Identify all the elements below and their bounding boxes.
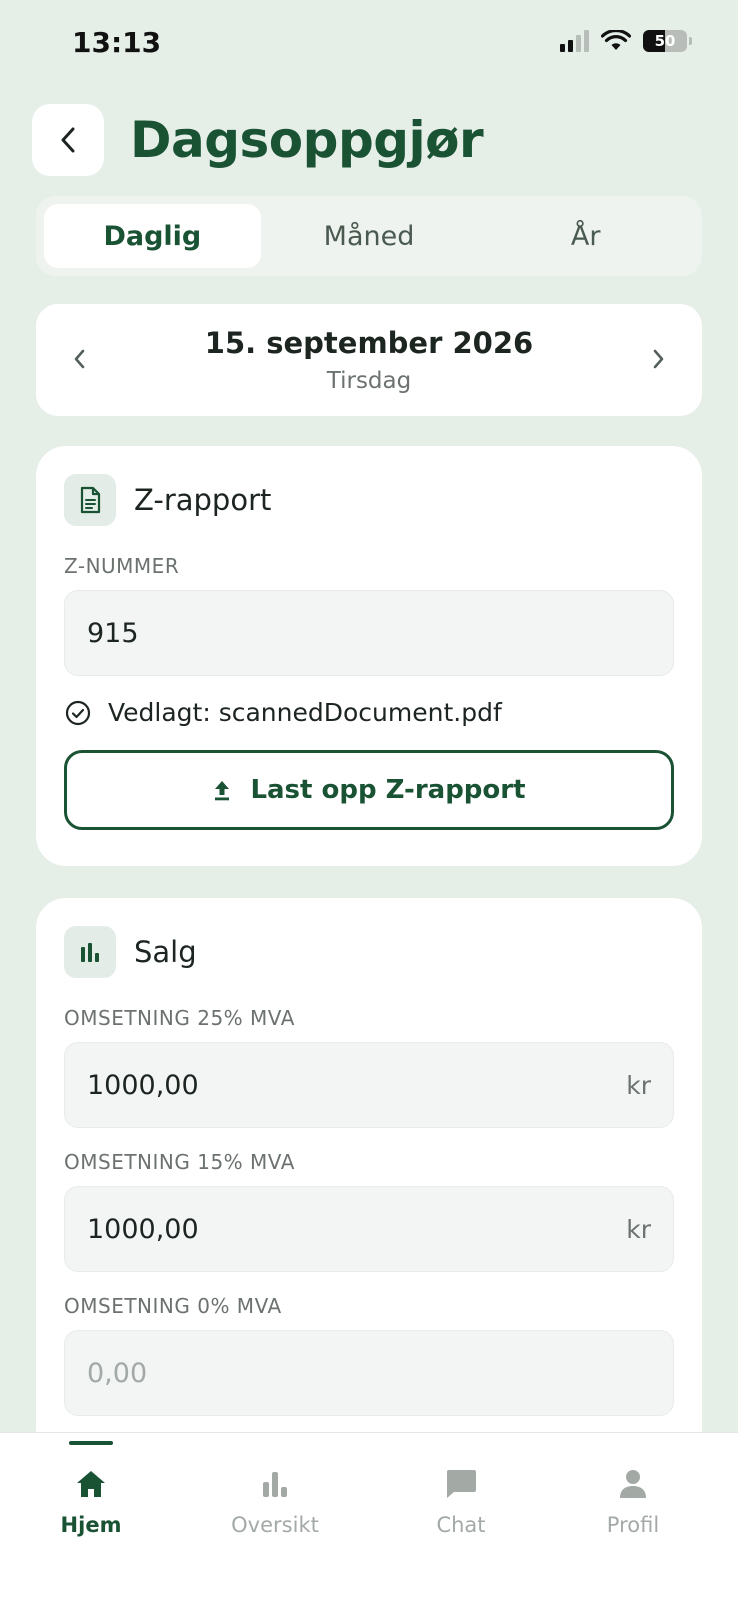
chevron-right-icon bbox=[653, 349, 664, 369]
upload-button-label: Last opp Z-rapport bbox=[250, 775, 526, 805]
z-number-label: Z-NUMMER bbox=[64, 554, 180, 578]
battery-percentage: 50 bbox=[654, 32, 676, 50]
status-bar: 13:13 50 bbox=[0, 0, 738, 84]
revenue-15-label: OMSETNING 15% MVA bbox=[64, 1150, 295, 1174]
sales-title: Salg bbox=[134, 935, 197, 969]
tab-home[interactable]: Hjem bbox=[26, 1433, 156, 1553]
date-selector: 15. september 2026 Tirsdag bbox=[36, 304, 702, 416]
sales-card: Salg OMSETNING 25% MVA 1000,00 kr OMSETN… bbox=[36, 898, 702, 1458]
home-icon bbox=[75, 1467, 107, 1501]
z-report-card: Z-rapport Z-NUMMER 915 Vedlagt: scannedD… bbox=[36, 446, 702, 866]
z-number-value: 915 bbox=[87, 617, 139, 649]
attached-file: Vedlagt: scannedDocument.pdf bbox=[64, 698, 502, 727]
tab-chat[interactable]: Chat bbox=[396, 1433, 526, 1553]
currency-unit: kr bbox=[626, 1214, 651, 1244]
attached-file-text: Vedlagt: scannedDocument.pdf bbox=[108, 698, 502, 727]
revenue-15-input[interactable]: 1000,00 kr bbox=[64, 1186, 674, 1272]
page-title: Dagsoppgjør bbox=[130, 111, 484, 169]
tab-overview[interactable]: Oversikt bbox=[210, 1433, 340, 1553]
z-report-header: Z-rapport bbox=[64, 474, 271, 526]
tab-monthly[interactable]: Måned bbox=[261, 204, 478, 268]
sales-header: Salg bbox=[64, 926, 197, 978]
upload-icon bbox=[215, 781, 230, 801]
cellular-signal-icon bbox=[560, 30, 589, 52]
person-icon bbox=[618, 1467, 648, 1501]
revenue-15-value: 1000,00 bbox=[87, 1213, 199, 1245]
active-tab-indicator bbox=[69, 1441, 113, 1445]
revenue-0-input[interactable]: 0,00 bbox=[64, 1330, 674, 1416]
revenue-0-placeholder: 0,00 bbox=[87, 1357, 148, 1389]
revenue-0-label: OMSETNING 0% MVA bbox=[64, 1294, 282, 1318]
status-icons: 50 bbox=[560, 30, 692, 52]
next-day-button[interactable] bbox=[644, 344, 674, 374]
selected-weekday: Tirsdag bbox=[326, 368, 412, 394]
upload-z-report-button[interactable]: Last opp Z-rapport bbox=[64, 750, 674, 830]
revenue-25-value: 1000,00 bbox=[87, 1069, 199, 1101]
tab-chat-label: Chat bbox=[436, 1513, 486, 1537]
battery-tip bbox=[689, 37, 692, 45]
battery-icon: 50 bbox=[643, 30, 687, 52]
tab-profile[interactable]: Profil bbox=[568, 1433, 698, 1553]
tab-home-label: Hjem bbox=[60, 1513, 122, 1537]
selected-date: 15. september 2026 bbox=[204, 326, 534, 360]
chevron-left-icon bbox=[61, 127, 75, 153]
tab-overview-label: Oversikt bbox=[231, 1513, 319, 1537]
z-number-input[interactable]: 915 bbox=[64, 590, 674, 676]
chat-icon bbox=[444, 1467, 478, 1501]
period-segmented-control: Daglig Måned År bbox=[36, 196, 702, 276]
tab-profile-label: Profil bbox=[606, 1513, 660, 1537]
tab-yearly[interactable]: År bbox=[477, 204, 694, 268]
header: Dagsoppgjør bbox=[32, 104, 484, 176]
z-report-title: Z-rapport bbox=[134, 483, 272, 517]
bar-chart-icon bbox=[64, 926, 116, 978]
back-button[interactable] bbox=[32, 104, 104, 176]
bar-chart-icon bbox=[260, 1467, 290, 1501]
revenue-25-input[interactable]: 1000,00 kr bbox=[64, 1042, 674, 1128]
document-icon bbox=[64, 474, 116, 526]
revenue-25-label: OMSETNING 25% MVA bbox=[64, 1006, 295, 1030]
bottom-tab-bar: Hjem Oversikt Chat Profil bbox=[0, 1432, 738, 1600]
wifi-icon bbox=[601, 30, 631, 50]
tab-daily[interactable]: Daglig bbox=[44, 204, 261, 268]
check-circle-icon bbox=[65, 700, 91, 725]
currency-unit: kr bbox=[626, 1070, 651, 1100]
status-time: 13:13 bbox=[72, 26, 162, 59]
